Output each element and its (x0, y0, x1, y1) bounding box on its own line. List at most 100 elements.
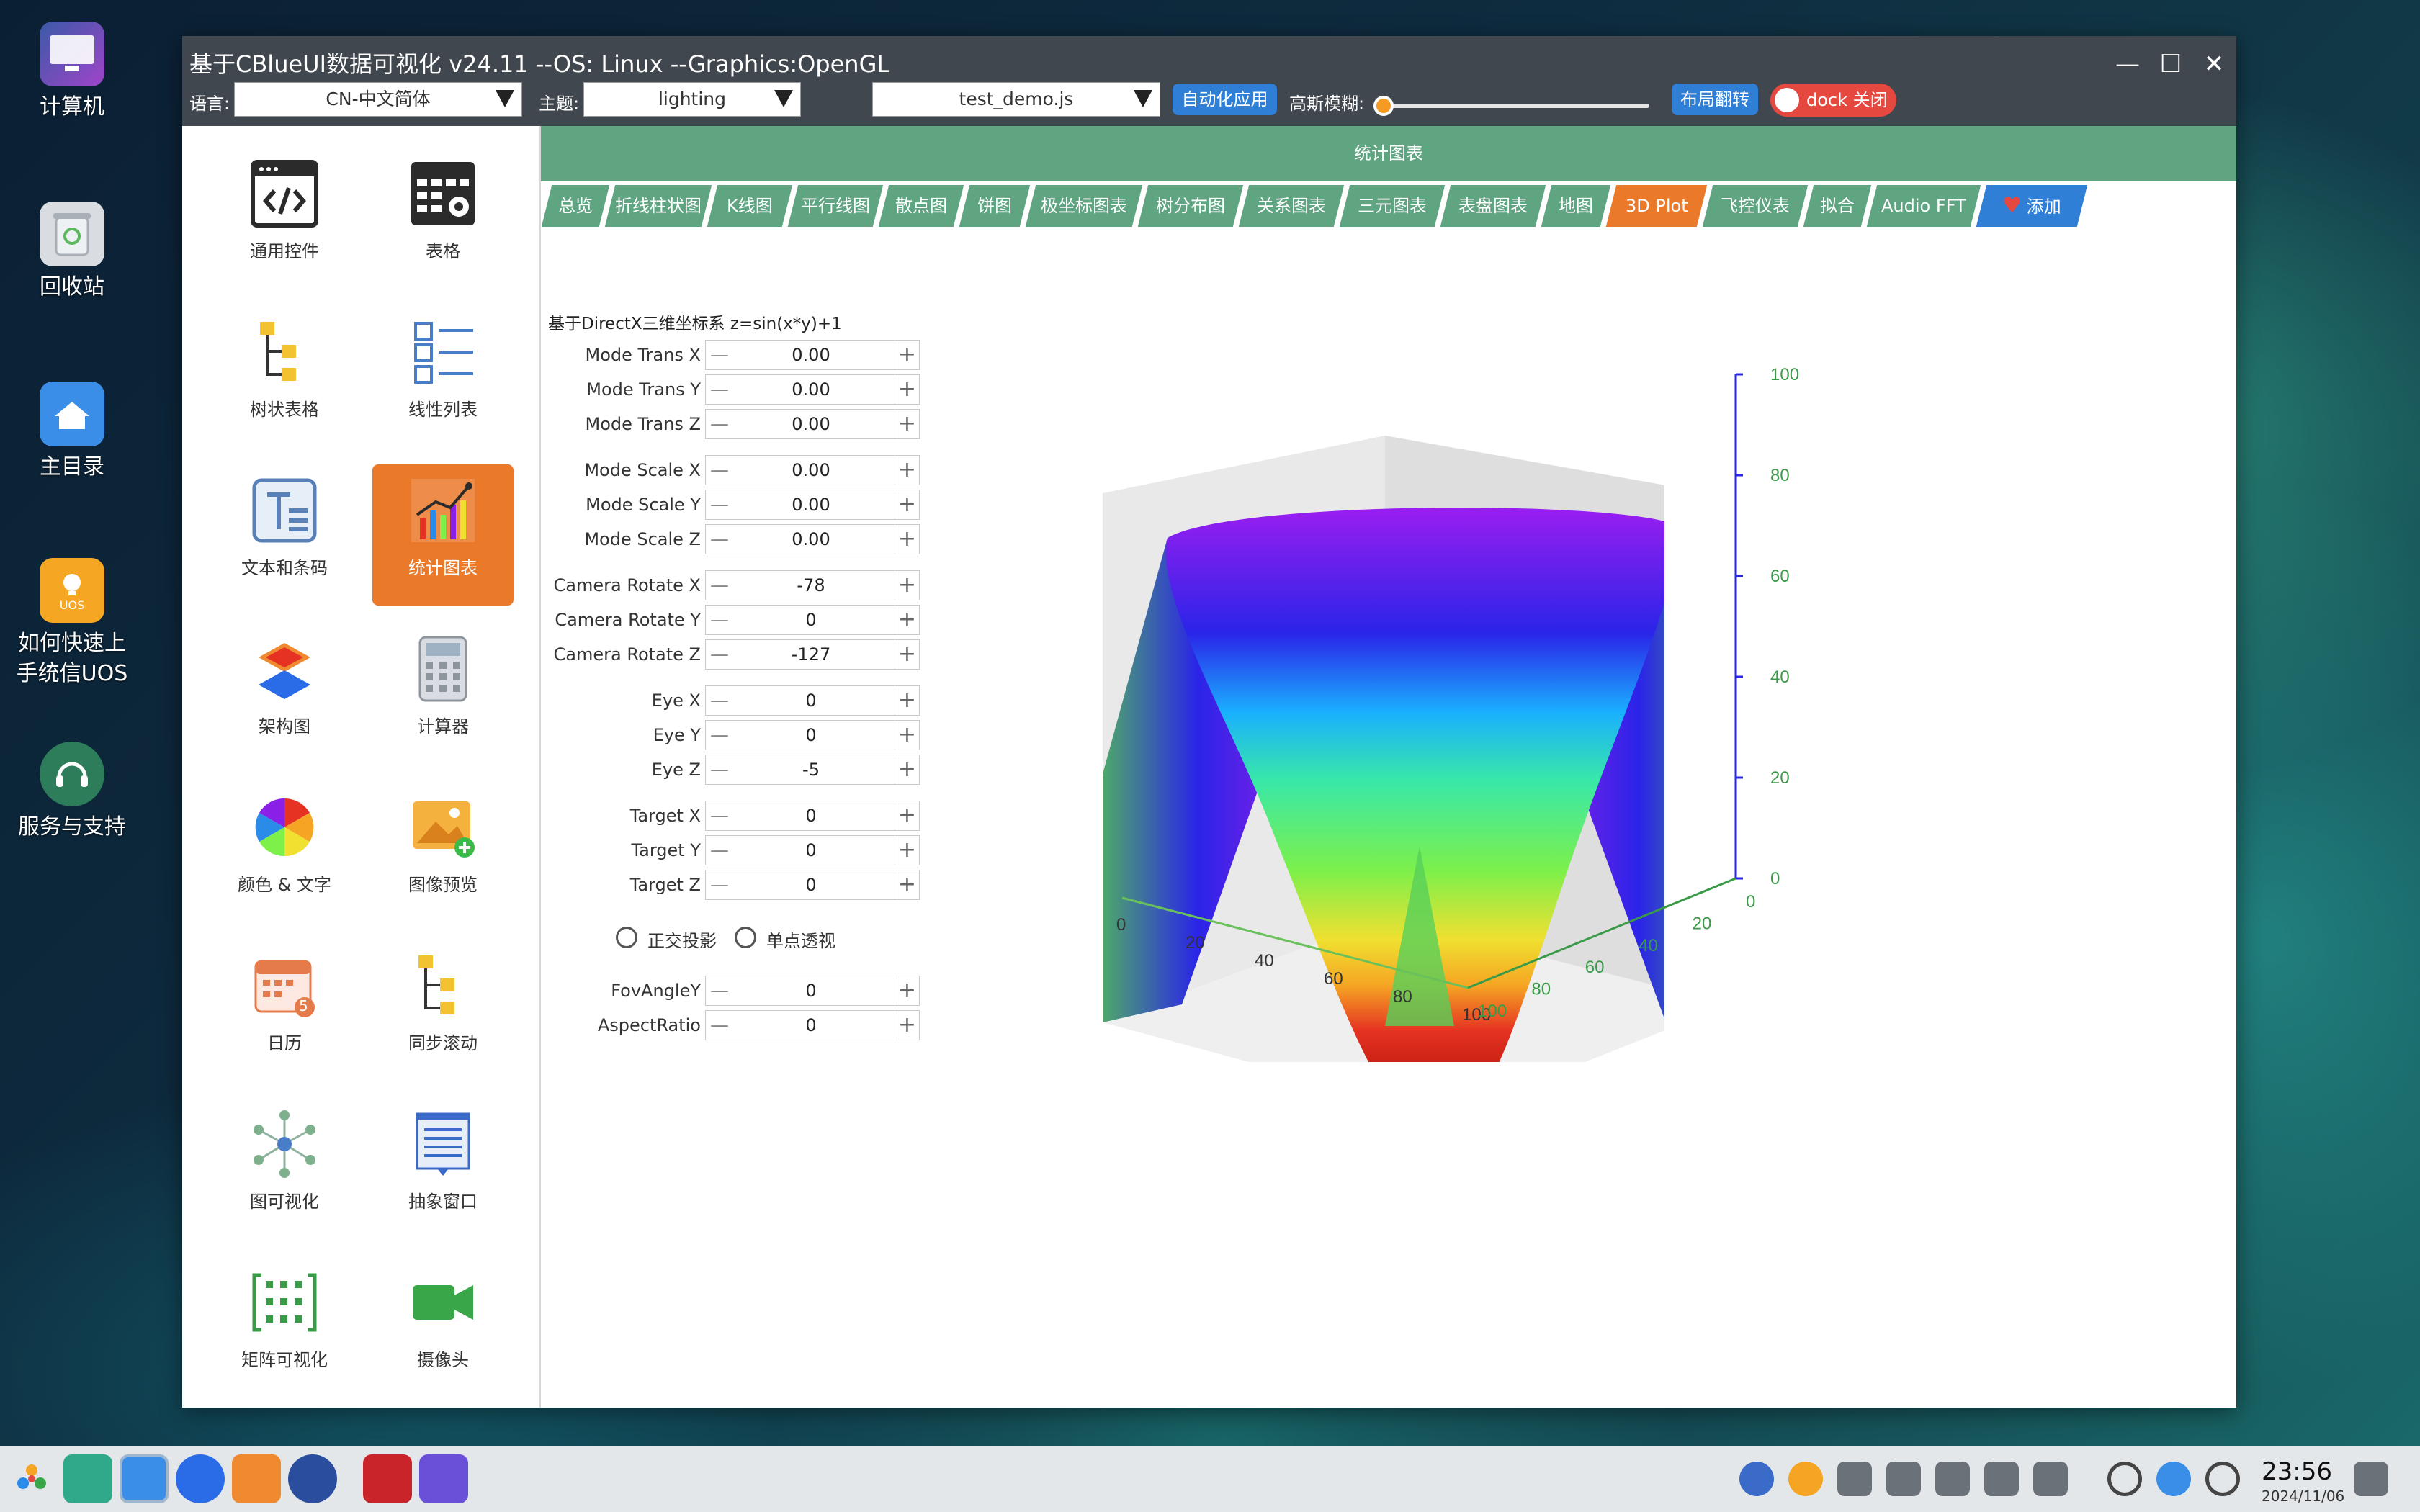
usb-icon[interactable] (1886, 1462, 1921, 1496)
minus-icon[interactable]: — (710, 456, 729, 485)
param-spinbox[interactable]: — -5 + (705, 755, 920, 785)
param-spinbox[interactable]: —0.00 + (705, 455, 920, 485)
param-value[interactable]: 0.00 (727, 456, 895, 485)
param-value[interactable]: 0 (727, 606, 895, 634)
param-value[interactable]: -127 (727, 640, 895, 669)
tab-treemap[interactable]: 树分布图 (1137, 185, 1244, 227)
plus-icon[interactable]: + (895, 525, 919, 554)
settings-icon[interactable] (288, 1454, 337, 1503)
param-spinbox[interactable]: — -127 + (705, 639, 920, 670)
param-spinbox[interactable]: —0.00 + (705, 340, 920, 370)
param-value[interactable]: 0 (727, 801, 895, 830)
plus-icon[interactable]: + (895, 571, 919, 600)
plus-icon[interactable]: + (895, 836, 919, 865)
param-spinbox[interactable]: —0 + (705, 720, 920, 750)
app-store-icon[interactable] (232, 1454, 281, 1503)
layout-flip-button[interactable]: 布局翻转 (1672, 84, 1758, 115)
plus-icon[interactable]: + (895, 686, 919, 715)
minus-icon[interactable]: — (710, 870, 729, 899)
param-spinbox[interactable]: — -78 + (705, 570, 920, 600)
close-button[interactable]: ✕ (2196, 46, 2232, 82)
plus-icon[interactable]: + (895, 606, 919, 634)
pen-icon[interactable] (1984, 1462, 2019, 1496)
param-value[interactable]: 0 (727, 721, 895, 750)
tab-fitting[interactable]: 拟合 (1803, 185, 1872, 227)
title-bar[interactable]: 基于CBlueUI数据可视化 v24.11 --OS: Linux --Grap… (182, 36, 2236, 126)
minimize-button[interactable]: — (2110, 46, 2146, 82)
param-value[interactable]: 0.00 (727, 490, 895, 519)
clock-date[interactable]: 2024/11/06 (2262, 1488, 2344, 1505)
minus-icon[interactable]: — (710, 606, 729, 634)
radio-single-point-perspective[interactable] (735, 927, 756, 948)
keyboard-icon[interactable] (1837, 1462, 1872, 1496)
volume-mute-icon[interactable] (1935, 1462, 1970, 1496)
nav-item-table[interactable]: 表格 (372, 148, 514, 289)
param-value[interactable]: 0.00 (727, 525, 895, 554)
param-spinbox[interactable]: —0.00 + (705, 374, 920, 405)
blur-slider-track[interactable] (1383, 104, 1649, 108)
input-method-icon[interactable] (1788, 1462, 1823, 1496)
minus-icon[interactable]: — (710, 836, 729, 865)
minus-icon[interactable]: — (710, 640, 729, 669)
terminal-icon[interactable] (363, 1454, 412, 1503)
desktop-icon-uos-tips[interactable]: UOS 如何快速上手统信UOS (14, 558, 130, 689)
param-spinbox[interactable]: —0 + (705, 685, 920, 716)
param-spinbox[interactable]: —0.00 + (705, 409, 920, 439)
expand-arrow-icon[interactable] (2033, 1462, 2068, 1496)
param-spinbox[interactable]: —0.00 + (705, 524, 920, 554)
tab-audio-fft[interactable]: Audio FFT (1866, 185, 1981, 227)
param-spinbox[interactable]: —0 + (705, 801, 920, 831)
minus-icon[interactable]: — (710, 755, 729, 784)
nav-item-image-preview[interactable]: 图像预览 (372, 781, 514, 922)
plus-icon[interactable]: + (895, 640, 919, 669)
desktop-icon-support[interactable]: 服务与支持 (14, 742, 130, 842)
nav-item-camera[interactable]: 摄像头 (372, 1256, 514, 1398)
language-select[interactable]: CN-中文简体 (234, 82, 522, 117)
plus-icon[interactable]: + (895, 410, 919, 438)
shield-icon[interactable] (1739, 1462, 1774, 1496)
nav-item-graph-visual[interactable]: 图可视化 (214, 1098, 355, 1239)
nav-item-linear-list[interactable]: 线性列表 (372, 306, 514, 447)
plus-icon[interactable]: + (895, 870, 919, 899)
minus-icon[interactable]: — (710, 976, 729, 1005)
tab-relation[interactable]: 关系图表 (1238, 185, 1345, 227)
search-icon[interactable] (2107, 1462, 2142, 1496)
minus-icon[interactable]: — (710, 375, 729, 404)
power-icon[interactable] (2205, 1462, 2240, 1496)
3d-surface-plot[interactable] (1103, 335, 1664, 1062)
minus-icon[interactable]: — (710, 721, 729, 750)
nav-item-color-text[interactable]: 颜色 & 文字 (214, 781, 355, 922)
radio-orthographic[interactable] (616, 927, 637, 948)
tab-flight-instruments[interactable]: 飞控仪表 (1702, 185, 1809, 227)
plus-icon[interactable]: + (895, 375, 919, 404)
param-value[interactable]: 0 (727, 1011, 895, 1040)
param-value[interactable]: -5 (727, 755, 895, 784)
plus-icon[interactable]: + (895, 490, 919, 519)
param-spinbox[interactable]: —0 + (705, 976, 920, 1006)
param-value[interactable]: 0.00 (727, 375, 895, 404)
param-value[interactable]: 0.00 (727, 410, 895, 438)
clock-time[interactable]: 23:56 (2262, 1457, 2332, 1486)
nav-item-matrix[interactable]: 矩阵可视化 (214, 1256, 355, 1398)
minus-icon[interactable]: — (710, 571, 729, 600)
param-value[interactable]: 0.00 (727, 341, 895, 369)
notification-icon[interactable] (2354, 1462, 2388, 1496)
minus-icon[interactable]: — (710, 341, 729, 369)
desktop-window-icon[interactable] (120, 1454, 169, 1503)
param-spinbox[interactable]: —0 + (705, 1010, 920, 1040)
minus-icon[interactable]: — (710, 1011, 729, 1040)
nav-item-calculator[interactable]: 计算器 (372, 623, 514, 764)
nav-item-statistics[interactable]: 统计图表 (372, 464, 514, 606)
param-spinbox[interactable]: —0 + (705, 835, 920, 865)
plus-icon[interactable]: + (895, 801, 919, 830)
nav-item-general-controls[interactable]: 通用控件 (214, 148, 355, 289)
auto-apply-button[interactable]: 自动化应用 (1173, 84, 1277, 115)
param-value[interactable]: 0 (727, 686, 895, 715)
tab-scatter[interactable]: 散点图 (878, 185, 964, 227)
param-value[interactable]: 0 (727, 870, 895, 899)
minus-icon[interactable]: — (710, 410, 729, 438)
network-icon[interactable] (2156, 1462, 2191, 1496)
dev-tool-icon[interactable] (419, 1454, 468, 1503)
blur-slider-knob[interactable] (1373, 96, 1394, 116)
desktop-icon-home[interactable]: 主目录 (14, 382, 130, 482)
